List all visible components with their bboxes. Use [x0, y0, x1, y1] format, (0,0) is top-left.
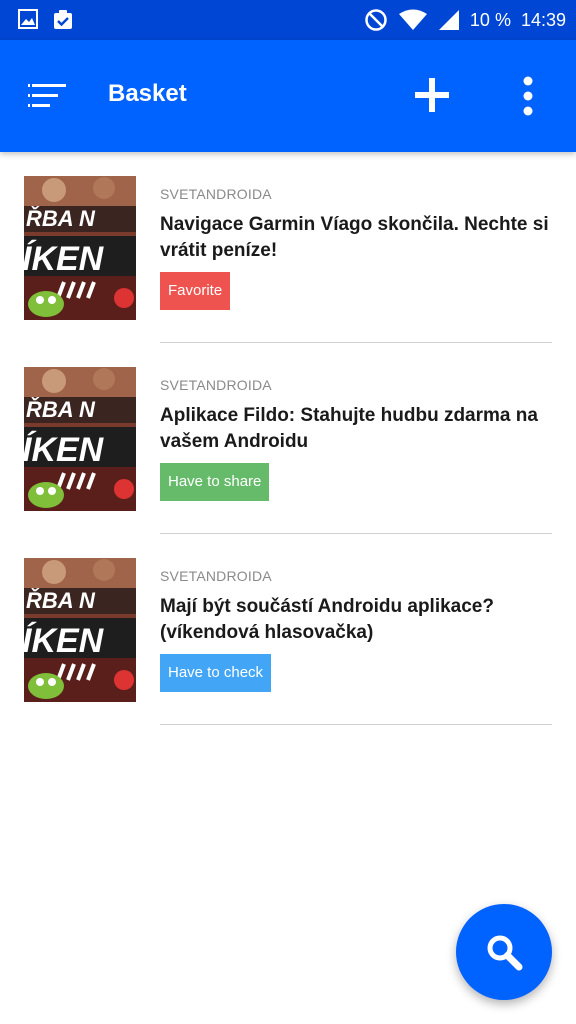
article-thumbnail: ŘBA N ÍKEN	[24, 176, 136, 320]
thumbnail-text-1: ŘBA N	[26, 588, 96, 613]
menu-button[interactable]	[28, 78, 68, 114]
add-icon	[415, 78, 449, 112]
list-item[interactable]: ŘBA N ÍKEN SVETANDROIDA Mají být součást…	[0, 534, 576, 725]
article-title: Navigace Garmin Víago skončila. Nechte s…	[160, 214, 549, 261]
tag-badge[interactable]: Have to share	[160, 463, 270, 501]
battery-percent: 10 %	[469, 9, 511, 30]
thumbnail-text-1: ŘBA N	[26, 206, 96, 231]
search-button[interactable]	[456, 904, 552, 1000]
status-bar: 10 % 14:39	[0, 0, 576, 40]
page-title: Basket	[108, 80, 187, 107]
article-source: SVETANDROIDA	[160, 186, 272, 202]
article-thumbnail: ŘBA N ÍKEN	[24, 558, 136, 702]
menu-icon	[28, 84, 66, 107]
list-item[interactable]: ŘBA N ÍKEN SVETANDROIDA Aplikace Fildo: …	[0, 343, 576, 534]
search-icon	[487, 935, 523, 971]
app-bar: Basket	[0, 40, 576, 152]
thumbnail-text-2: ÍKEN	[24, 431, 105, 469]
thumbnail-text-2: ÍKEN	[24, 622, 105, 660]
divider	[160, 724, 552, 725]
image-icon	[18, 9, 38, 31]
article-source: SVETANDROIDA	[160, 377, 272, 393]
tag-badge[interactable]: Favorite	[160, 272, 231, 310]
article-source: SVETANDROIDA	[160, 568, 272, 584]
tag-badge[interactable]: Have to check	[160, 654, 272, 692]
do-not-disturb-icon	[364, 8, 388, 32]
thumbnail-text-1: ŘBA N	[26, 397, 96, 422]
clock: 14:39	[520, 9, 566, 30]
article-title: Mají být součástí Androidu aplikace? (ví…	[160, 596, 494, 643]
thumbnail-text-2: ÍKEN	[24, 240, 105, 278]
add-button[interactable]	[412, 75, 452, 115]
more-vert-icon	[523, 76, 533, 116]
clipboard-check-icon	[52, 9, 74, 31]
article-title: Aplikace Fildo: Stahujte hudbu zdarma na…	[160, 405, 538, 452]
article-list: ŘBA N ÍKEN SVETANDROIDA Navigace Garmin …	[0, 152, 576, 725]
wifi-icon	[398, 9, 428, 31]
article-thumbnail: ŘBA N ÍKEN	[24, 367, 136, 511]
list-item[interactable]: ŘBA N ÍKEN SVETANDROIDA Navigace Garmin …	[0, 152, 576, 343]
signal-icon	[438, 9, 460, 31]
more-options-button[interactable]	[516, 75, 540, 117]
